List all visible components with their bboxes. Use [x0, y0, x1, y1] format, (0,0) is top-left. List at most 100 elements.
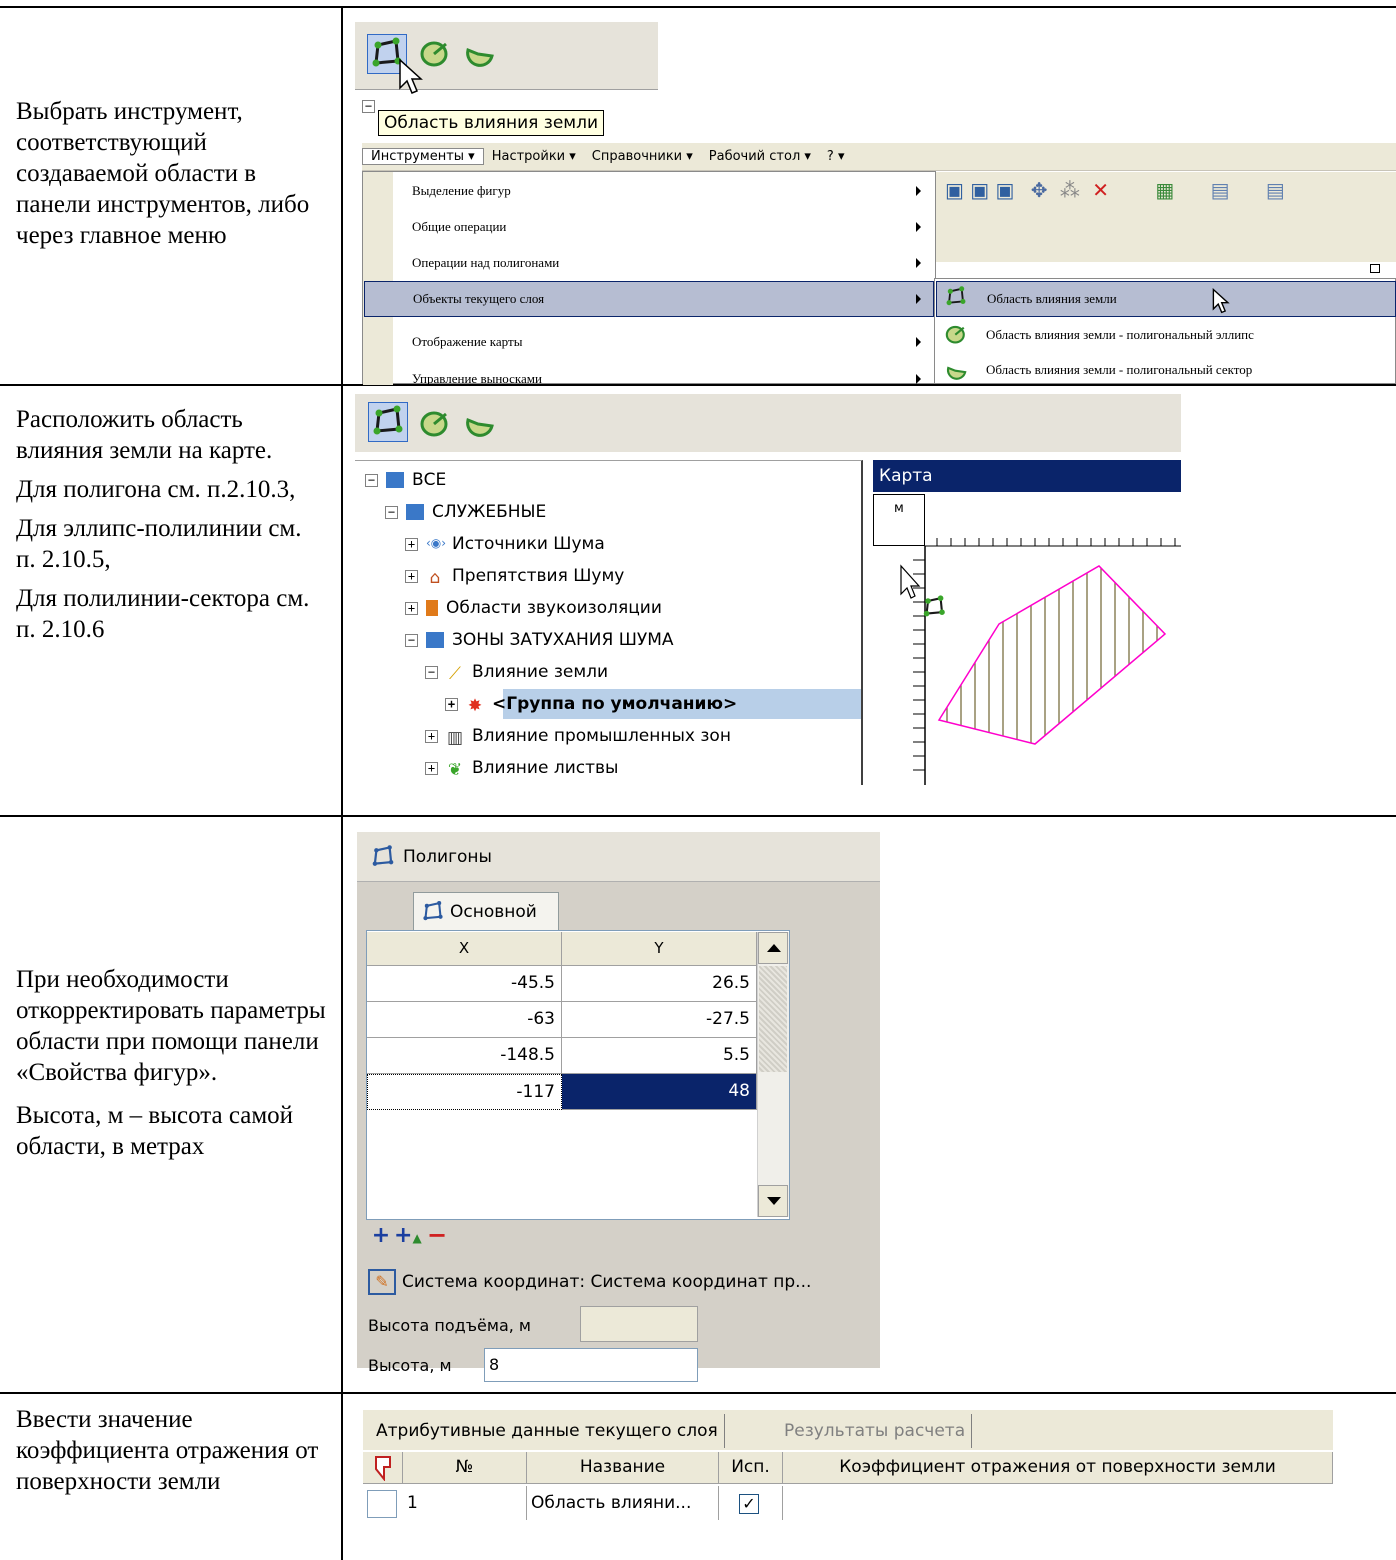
tab-results[interactable]: Результаты расчета — [778, 1414, 973, 1448]
cell-reflection[interactable] — [783, 1486, 1333, 1520]
tb-icon-b[interactable]: ▦ — [1155, 178, 1174, 202]
header-reflection[interactable]: Коэффициент отражения от поверхности зем… — [783, 1452, 1333, 1484]
scroll-down-button[interactable] — [758, 1185, 788, 1217]
coord-y-4-selected[interactable]: 48 — [562, 1074, 757, 1110]
tooltip-text: Область влияния земли — [384, 113, 599, 133]
coord-x-4[interactable]: -117 — [367, 1074, 562, 1110]
folder-icon — [386, 472, 404, 488]
edit-pencil-icon[interactable]: ✎ — [368, 1269, 396, 1295]
menu-tools[interactable]: Инструменты ▾ — [362, 148, 484, 165]
row3-text-2: Высота, м – высота самой области, в метр… — [16, 1102, 294, 1160]
menu-item-callouts[interactable]: Управление выносками — [412, 366, 932, 384]
insert-arrow-icon: ▲ — [412, 1231, 422, 1245]
submenu-arrow-icon — [916, 258, 921, 268]
panel-header: Полигоны — [357, 832, 880, 882]
tab-attributes[interactable]: Атрибутивные данные текущего слоя — [370, 1414, 725, 1448]
tb-icon-c[interactable]: ▤ — [1211, 178, 1230, 202]
menu-references[interactable]: Справочники ▾ — [584, 149, 701, 164]
menu-settings[interactable]: Настройки ▾ — [484, 149, 584, 164]
tree-node-obstacles[interactable]: + ⌂ Препятствия Шуму — [405, 561, 624, 591]
tree-node-ground[interactable]: − ⟋ Влияние земли — [425, 657, 608, 687]
column-x-header[interactable]: X — [367, 932, 562, 966]
factory-icon: ▥ — [446, 728, 464, 748]
scroll-up-button[interactable] — [758, 932, 788, 964]
submenu-arrow-icon — [916, 294, 921, 304]
mouse-cursor-icon — [1212, 288, 1230, 314]
used-checkbox[interactable]: ✓ — [739, 1494, 759, 1514]
row3-text-1: При необходимости откорректировать парам… — [16, 966, 326, 1086]
cell-used[interactable]: ✓ — [719, 1486, 783, 1520]
brick-icon — [426, 600, 438, 616]
sector-small-icon — [946, 366, 967, 380]
tree-node-noise-sources[interactable]: + ‹◉› Источники Шума — [405, 529, 605, 559]
polygon-tool-icon — [373, 405, 403, 435]
crs-label: Система координат: Система координат пр.… — [402, 1272, 812, 1292]
submenu-item-ground-sector[interactable]: Область влияния земли - полигональный се… — [986, 356, 1396, 384]
scroll-thumb[interactable] — [759, 966, 787, 1072]
coord-y-2[interactable]: -27.5 — [562, 1002, 757, 1038]
sector-tool-button[interactable] — [462, 406, 496, 440]
row-select-checkbox[interactable] — [367, 1490, 397, 1518]
height-input[interactable]: 8 — [484, 1348, 698, 1382]
tree-node-foliage[interactable]: + ❦ Влияние листвы — [425, 753, 618, 783]
coord-y-3[interactable]: 5.5 — [562, 1038, 757, 1074]
menu-desktop[interactable]: Рабочий стол ▾ — [701, 149, 819, 164]
map-titlebar: Карта — [873, 460, 1181, 492]
ground-icon: ⟋ — [449, 664, 461, 684]
cell-name[interactable]: Область влияни... — [527, 1486, 719, 1520]
coord-x-2[interactable]: -63 — [367, 1002, 562, 1038]
map-title: Карта — [879, 466, 933, 486]
tree-node-industrial[interactable]: + ▥ Влияние промышленных зон — [425, 721, 731, 751]
header-name[interactable]: Название — [527, 1452, 719, 1484]
ellipse-tool-icon — [420, 411, 448, 437]
layer-tree-panel: − ВСЕ − СЛУЖЕБНЫЕ + ‹◉› Источники Шума + ⌂ Пре… — [355, 460, 863, 785]
collapse-icon[interactable]: − — [362, 100, 375, 113]
add-point-button[interactable]: + — [370, 1225, 392, 1248]
header-number[interactable]: № — [403, 1452, 527, 1484]
sector-tool-button[interactable] — [462, 36, 496, 70]
tb-icon-a[interactable]: ▣ ▣ ▣ — [945, 178, 1014, 202]
menu-item-select[interactable]: Выделение фигур — [412, 176, 932, 206]
insert-point-button[interactable]: +▲ — [394, 1225, 422, 1248]
menu-item-map-display[interactable]: Отображение карты — [412, 327, 932, 357]
header-used[interactable]: Исп. — [719, 1452, 783, 1484]
remove-point-button[interactable]: − — [426, 1223, 448, 1248]
submenu-item-ground-polygon[interactable]: Область влияния земли — [936, 281, 1396, 317]
menu-help[interactable]: ? ▾ — [819, 149, 853, 164]
pin-icon — [374, 1456, 391, 1482]
cell-number[interactable]: 1 — [403, 1486, 527, 1520]
tab-main[interactable]: Основной — [413, 892, 559, 930]
tb-icon-d[interactable]: ▤ — [1266, 178, 1285, 202]
tree-node-all[interactable]: − ВСЕ — [365, 465, 446, 495]
horizontal-ruler-ticks — [936, 538, 1176, 546]
coord-x-3[interactable]: -148.5 — [367, 1038, 562, 1074]
tree-node-default-group[interactable]: + ✸ <Группа по умолчанию> — [445, 689, 737, 719]
tree-node-insulation[interactable]: + Области звукоизоляции — [405, 593, 662, 623]
delete-icon[interactable]: ✕ — [1092, 178, 1109, 202]
house-icon: ⌂ — [429, 568, 441, 588]
polygon-small-icon — [372, 844, 394, 866]
lift-height-input-field[interactable] — [580, 1306, 698, 1342]
crs-row[interactable]: ✎ Система координат: Система координат п… — [368, 1266, 880, 1298]
leaf-icon: ❦ — [447, 760, 463, 780]
tree-node-attenuation[interactable]: − ЗОНЫ ЗАТУХАНИЯ ШУМА — [405, 625, 674, 655]
menu-item-polygon-ops[interactable]: Операции над полигонами — [412, 248, 932, 278]
ellipse-tool-button[interactable] — [418, 406, 452, 440]
nodes-icon[interactable]: ⁂ — [1060, 178, 1080, 202]
menu-item-layer-objects[interactable]: Объекты текущего слоя — [364, 281, 934, 317]
header-select-all[interactable] — [363, 1452, 403, 1484]
row1-text: Выбрать инструмент, соответствующий созд… — [16, 98, 310, 249]
row1-description: Выбрать инструмент, соответствующий созд… — [16, 96, 326, 251]
menu-item-common[interactable]: Общие операции — [412, 212, 932, 242]
column-y-header[interactable]: Y — [562, 932, 757, 966]
toolbar-icons: ▣ ▣ ▣ ✥ ⁂ ✕ ▦ ▤ ▤ — [945, 178, 1285, 202]
panel-restore-icon[interactable] — [1370, 264, 1380, 273]
polygon-tool-button[interactable] — [368, 402, 408, 442]
submenu-arrow-icon — [916, 374, 921, 384]
coord-y-1[interactable]: 26.5 — [562, 966, 757, 1002]
move-icon[interactable]: ✥ — [1031, 178, 1048, 202]
tree-node-service[interactable]: − СЛУЖЕБНЫЕ — [385, 497, 546, 527]
coord-x-1[interactable]: -45.5 — [367, 966, 562, 1002]
height-label: Высота, м — [368, 1356, 452, 1375]
submenu-item-ground-ellipse[interactable]: Область влияния земли - полигональный эл… — [986, 320, 1396, 350]
